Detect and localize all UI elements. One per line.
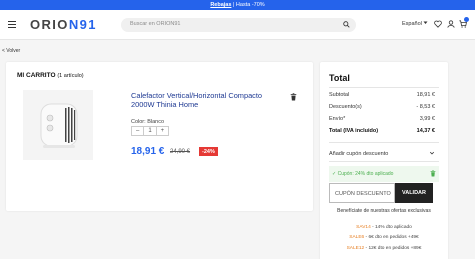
trash-icon[interactable]: [290, 93, 297, 101]
row-label: Envío*: [329, 116, 346, 122]
cart-card: MI CARRITO (1 artículo) Calefactor Verti…: [6, 62, 313, 211]
language-label: Español: [402, 21, 422, 27]
applied-coupon-text: ✓ Cupón: 24% dto aplicado: [332, 171, 394, 177]
product-name[interactable]: Calefactor Vertical/Horizontal Compacto …: [131, 91, 281, 109]
coupon-text: - 14% dto aplicado: [370, 225, 412, 230]
cart-count: (1 artículo): [57, 73, 84, 79]
coupon-code: SALE12: [346, 246, 365, 251]
summary-divider: [329, 87, 439, 88]
summary-row-subtotal: Subtotal 18,91 €: [329, 92, 435, 98]
menu-icon[interactable]: [8, 21, 16, 29]
summary-row-total: Total (IVA incluido) 14,37 €: [329, 128, 435, 134]
qty-increase-button[interactable]: +: [157, 128, 168, 134]
coupon-input[interactable]: CUPÓN DESCUENTO: [329, 183, 395, 203]
validate-button[interactable]: VALIDAR: [395, 183, 433, 203]
cart-title: MI CARRITO (1 artículo): [17, 72, 84, 79]
product-image[interactable]: [23, 90, 93, 160]
coupon-offer: SAV14 - 14% dto aplicado: [329, 225, 439, 230]
summary-divider: [329, 161, 439, 162]
cart-title-text: MI CARRITO: [17, 72, 56, 79]
row-label: Descuento(s): [329, 104, 362, 110]
coupon-offer: SALE12 - 12€ dto en pedidos +89€: [329, 246, 439, 251]
search-icon[interactable]: [343, 21, 350, 28]
quantity-stepper[interactable]: – 1 +: [131, 126, 169, 136]
row-value: 3,99 €: [419, 116, 435, 122]
logo-n: N: [68, 17, 80, 32]
promo-link[interactable]: Rebajas: [210, 2, 231, 8]
qty-value[interactable]: 1: [144, 128, 155, 134]
row-label: Total (IVA incluido): [329, 128, 379, 134]
heater-image: [40, 103, 78, 148]
language-selector[interactable]: Español: [402, 21, 428, 27]
logo-num: 91: [79, 17, 97, 32]
product-color: Color: Blanco: [131, 119, 165, 125]
coupon-code: SALE6: [349, 235, 365, 240]
search-input[interactable]: Buscar en ORION91: [121, 18, 356, 32]
summary-row-shipping: Envío* 3,99 €: [329, 116, 435, 122]
heart-icon[interactable]: [434, 20, 442, 28]
row-value: 18,91 €: [416, 92, 435, 98]
cart-badge: [464, 17, 469, 22]
logo-main: ORIO: [30, 17, 69, 32]
search-placeholder: Buscar en ORION91: [130, 21, 181, 27]
coupon-text: - 12€ dto en pedidos +89€: [364, 246, 422, 251]
qty-decrease-button[interactable]: –: [132, 128, 143, 134]
row-value: - 8,53 €: [416, 104, 435, 110]
chevron-down-icon: [423, 21, 428, 24]
site-header: ORION91 Buscar en ORION91 Español: [0, 10, 475, 40]
row-label: Subtotal: [329, 92, 350, 98]
add-coupon-label: Añadir cupón descuento: [329, 151, 389, 157]
site-logo[interactable]: ORION91: [30, 17, 97, 32]
discount-badge: -24%: [199, 147, 218, 156]
coupon-offer: SALE6 - 6€ dto en pedidos +49€: [329, 235, 439, 240]
summary-row-discount: Descuento(s) - 8,53 €: [329, 104, 435, 110]
coupon-text: - 6€ dto en pedidos +49€: [364, 235, 419, 240]
summary-title: Total: [329, 73, 350, 83]
back-link[interactable]: < Volver: [2, 48, 20, 54]
product-old-price: 24,90 €: [170, 149, 191, 155]
promo-bar: Rebajas | Hasta -70%: [0, 0, 475, 10]
user-icon[interactable]: [447, 20, 455, 28]
order-summary: Total Subtotal 18,91 € Descuento(s) - 8,53…: [320, 62, 448, 259]
offers-title: Benefíciate de nuestras ofertas exclusiv…: [337, 208, 431, 214]
product-price: 18,91 €: [131, 146, 165, 157]
add-coupon-toggle[interactable]: Añadir cupón descuento: [329, 151, 435, 157]
trash-icon[interactable]: [430, 170, 436, 177]
summary-divider: [329, 142, 439, 143]
row-value: 14,37 €: [416, 128, 435, 134]
promo-text: | Hasta -70%: [231, 2, 265, 8]
coupon-code: SAV14: [356, 225, 371, 230]
chevron-down-icon: [429, 151, 435, 155]
applied-coupon: ✓ Cupón: 24% dto aplicado: [329, 166, 439, 182]
